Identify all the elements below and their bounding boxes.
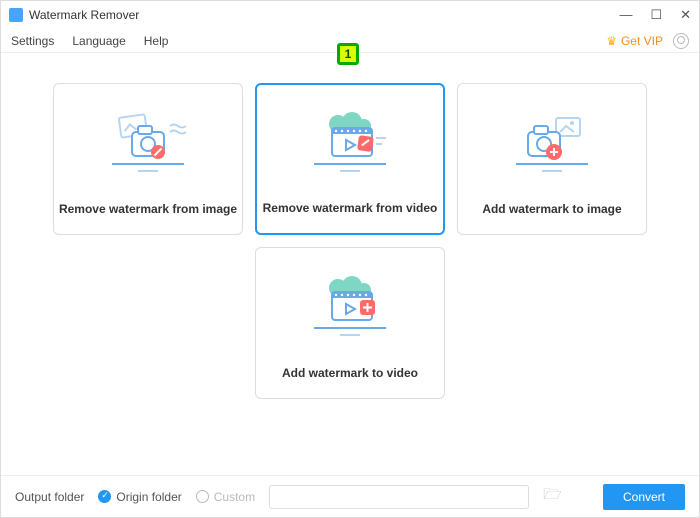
crown-icon: ♛	[606, 34, 617, 48]
radio-dot-icon	[98, 490, 111, 503]
radio-origin-folder[interactable]: Origin folder	[98, 490, 181, 504]
card-remove-watermark-image[interactable]: Remove watermark from image	[53, 83, 243, 235]
get-vip-label: Get VIP	[621, 34, 663, 48]
card-add-watermark-image[interactable]: Add watermark to image	[457, 83, 647, 235]
browse-folder-icon[interactable]: 🗁	[543, 484, 562, 509]
menu-language[interactable]: Language	[72, 34, 125, 48]
card-remove-watermark-video[interactable]: Remove watermark from video	[255, 83, 445, 235]
radio-custom[interactable]: Custom	[196, 490, 255, 504]
output-folder-label: Output folder	[15, 490, 84, 504]
titlebar: Watermark Remover — ☐ ✕	[1, 1, 699, 29]
custom-path-input[interactable]	[269, 485, 529, 509]
card-label: Remove watermark from video	[263, 201, 438, 215]
step-badge: 1	[337, 43, 359, 65]
convert-button[interactable]: Convert	[603, 484, 685, 510]
main-area: 1 Remove watermark from image	[1, 53, 699, 399]
close-button[interactable]: ✕	[680, 7, 691, 23]
maximize-button[interactable]: ☐	[650, 7, 662, 23]
card-label: Add watermark to image	[482, 202, 621, 216]
illustration-remove-video	[257, 85, 443, 201]
menu-settings[interactable]: Settings	[11, 34, 54, 48]
card-add-watermark-video[interactable]: Add watermark to video	[255, 247, 445, 399]
card-label: Remove watermark from image	[59, 202, 237, 216]
radio-origin-label: Origin folder	[116, 490, 181, 504]
illustration-remove-image	[54, 84, 242, 202]
radio-custom-label: Custom	[214, 490, 255, 504]
get-vip-button[interactable]: ♛ Get VIP	[606, 34, 663, 48]
menu-help[interactable]: Help	[144, 34, 169, 48]
footer: Output folder Origin folder Custom 🗁 Con…	[1, 475, 699, 517]
illustration-add-video	[256, 248, 444, 366]
radio-dot-icon	[196, 490, 209, 503]
app-icon	[9, 8, 23, 22]
minimize-button[interactable]: —	[619, 7, 632, 23]
window-controls: — ☐ ✕	[619, 7, 691, 23]
card-label: Add watermark to video	[282, 366, 418, 380]
illustration-add-image	[458, 84, 646, 202]
user-icon[interactable]	[673, 33, 689, 49]
app-title: Watermark Remover	[29, 8, 139, 22]
